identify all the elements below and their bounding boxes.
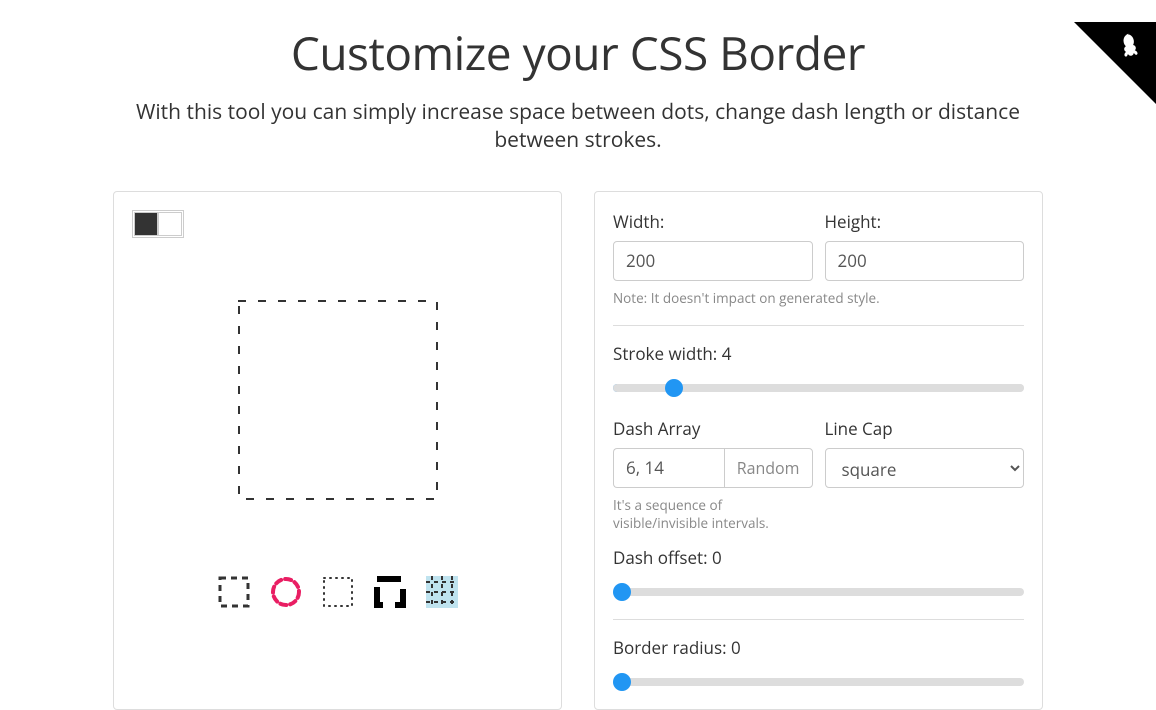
preview-panel [113,191,562,710]
color-swatches [132,210,184,238]
divider [613,325,1024,326]
stroke-color-swatch[interactable] [134,212,158,236]
border-radius-label: Border radius: 0 [613,636,1024,659]
width-label: Width: [613,210,813,233]
preset-dashed-square[interactable] [218,576,250,608]
preset-bold-cut-square[interactable] [374,576,406,608]
width-input[interactable] [613,241,813,281]
page-subtitle: With this tool you can simply increase s… [118,98,1038,155]
dash-offset-label: Dash offset: 0 [613,546,1024,569]
dash-array-input[interactable] [613,448,724,488]
preset-dotted-square[interactable] [322,576,354,608]
preset-row [218,576,458,608]
page-title: Customize your CSS Border [0,22,1156,84]
random-button[interactable]: Random [724,448,813,488]
size-note: Note: It doesn't impact on generated sty… [613,289,1024,307]
preset-dashed-circle[interactable] [270,576,302,608]
height-label: Height: [825,210,1025,233]
controls-panel: Width: Height: Note: It doesn't impact o… [594,191,1043,710]
preview-shape [238,300,438,500]
dash-array-label: Dash Array [613,417,813,440]
background-color-swatch[interactable] [158,212,182,236]
dash-array-help: It's a sequence of visible/invisible int… [613,496,813,532]
line-cap-label: Line Cap [825,417,1025,440]
preset-grid-hatch[interactable] [426,576,458,608]
octopus-icon [1113,29,1150,66]
stroke-width-label: Stroke width: 4 [613,342,1024,365]
border-radius-slider[interactable] [613,678,1024,686]
height-input[interactable] [825,241,1025,281]
line-cap-select[interactable]: square [825,448,1025,488]
github-corner-ribbon[interactable] [1074,22,1156,104]
divider [613,619,1024,620]
stroke-width-slider[interactable] [613,384,1024,392]
dash-offset-slider[interactable] [613,588,1024,596]
